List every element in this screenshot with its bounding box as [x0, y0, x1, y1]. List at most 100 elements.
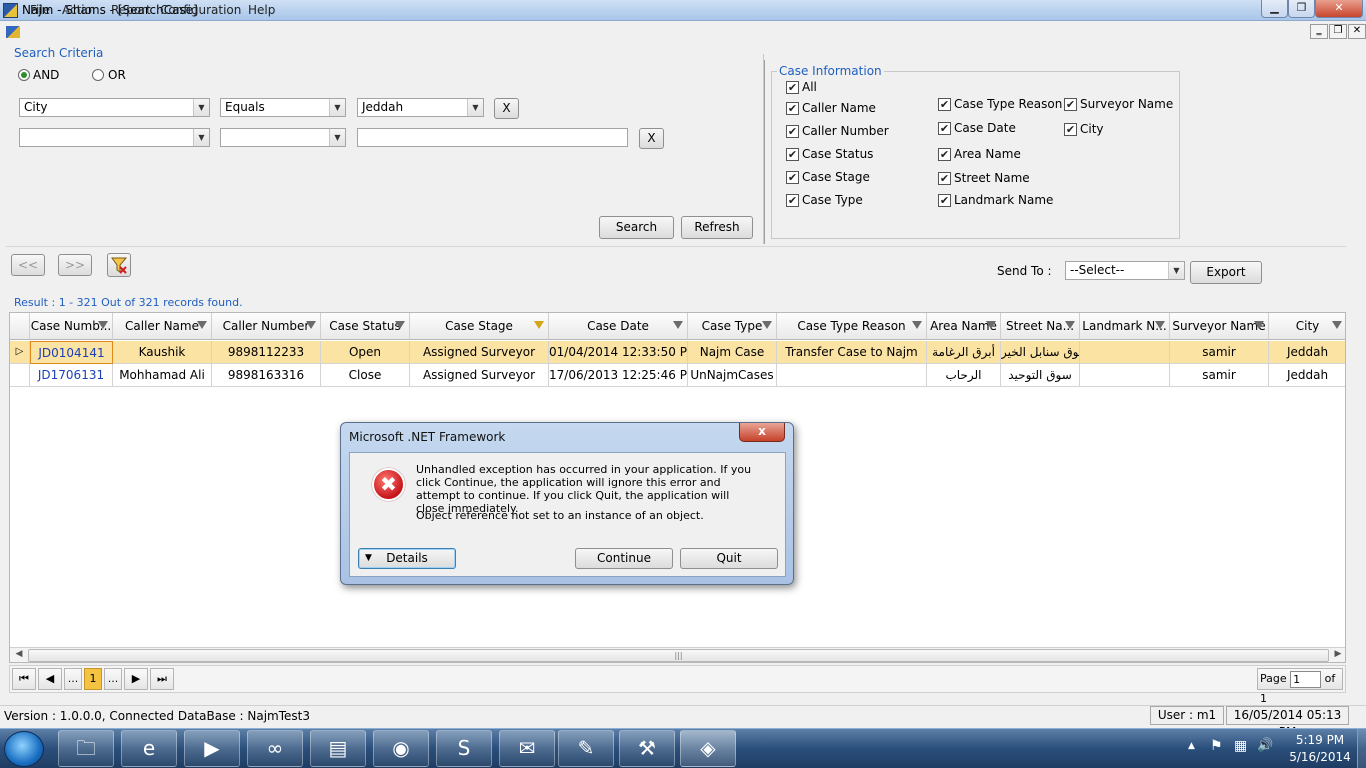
filter-icon[interactable]	[1065, 321, 1075, 329]
scroll-left-icon[interactable]: ◀	[12, 649, 26, 662]
or-radio[interactable]	[92, 69, 104, 81]
network-tool-icon[interactable]: ⚒	[619, 730, 675, 767]
page-number-input[interactable]: 1	[1290, 670, 1322, 688]
column-header-case-status[interactable]: Case Status	[321, 313, 410, 340]
internet-explorer-icon[interactable]: e	[121, 730, 177, 767]
filter-icon[interactable]	[673, 321, 683, 329]
table-cell-case-status[interactable]: Open	[321, 341, 410, 364]
mdi-close-button[interactable]: ✕	[1348, 24, 1366, 39]
action-center-icon[interactable]: ⚑	[1210, 738, 1223, 754]
and-radio[interactable]	[18, 69, 30, 81]
checkbox-caller-number[interactable]: ✔	[786, 125, 799, 138]
table-cell-city[interactable]: Jeddah	[1269, 364, 1345, 387]
search-button[interactable]: Search	[599, 216, 674, 239]
criteria-value-select-1[interactable]: Jeddah ▼	[357, 98, 484, 117]
checkbox-case-date[interactable]: ✔	[938, 122, 951, 135]
table-cell-case-stage[interactable]: Assigned Surveyor	[410, 364, 549, 387]
menu-report[interactable]: Report	[111, 3, 151, 17]
checkbox-area-name[interactable]: ✔	[938, 148, 951, 161]
table-cell-landmark-name[interactable]	[1080, 364, 1170, 387]
column-header-street-name[interactable]: Street Na...	[1001, 313, 1080, 340]
clear-filter-button[interactable]	[107, 253, 131, 277]
menu-configuration[interactable]: Configuration	[160, 3, 241, 17]
column-header-surveyor-name[interactable]: Surveyor Name	[1170, 313, 1269, 340]
scroll-right-icon[interactable]: ▶	[1331, 649, 1345, 662]
table-cell-case-type[interactable]: Najm Case	[688, 341, 777, 364]
column-header-area-name[interactable]: Area Name	[927, 313, 1001, 340]
table-cell-landmark-name[interactable]	[1080, 341, 1170, 364]
menu-action[interactable]: Action	[62, 3, 100, 17]
checkbox-case-stage[interactable]: ✔	[786, 171, 799, 184]
firefox-icon[interactable]: ◉	[373, 730, 429, 767]
table-cell-caller-name[interactable]: Mohhamad Ali	[113, 364, 212, 387]
row-header-cell[interactable]	[10, 364, 30, 387]
filter-icon[interactable]	[98, 321, 108, 329]
checkbox-all[interactable]: ✔	[786, 81, 799, 94]
send-to-select[interactable]: --Select-- ▼	[1065, 261, 1185, 280]
minimize-button[interactable]: ▁	[1261, 0, 1288, 18]
quit-button[interactable]: Quit	[680, 548, 778, 569]
checkbox-case-type-reason[interactable]: ✔	[938, 98, 951, 111]
scroll-thumb[interactable]: |||	[28, 649, 1329, 662]
filter-icon[interactable]	[912, 321, 922, 329]
filter-icon[interactable]	[1155, 321, 1165, 329]
column-header-case-date[interactable]: Case Date	[549, 313, 688, 340]
table-cell-case-date[interactable]: 01/04/2014 12:33:50 PM	[549, 341, 688, 364]
mdi-restore-button[interactable]: ❐	[1329, 24, 1347, 39]
menu-file[interactable]: File	[30, 3, 50, 17]
table-cell-city[interactable]: Jeddah	[1269, 341, 1345, 364]
table-cell-case-number[interactable]: JD1706131	[30, 364, 113, 387]
criteria-value-input-2[interactable]	[357, 128, 628, 147]
outlook-icon[interactable]: ✉	[499, 730, 555, 767]
refresh-button[interactable]: Refresh	[681, 216, 753, 239]
column-header-case-type[interactable]: Case Type	[688, 313, 777, 340]
table-cell-caller-name[interactable]: Kaushik	[113, 341, 212, 364]
table-cell-case-type-reason[interactable]: Transfer Case to Najm	[777, 341, 927, 364]
mdi-minimize-button[interactable]: ‗	[1310, 24, 1328, 39]
checkbox-city[interactable]: ✔	[1064, 123, 1077, 136]
column-header-case-type-reason[interactable]: Case Type Reason	[777, 313, 927, 340]
filter-icon[interactable]	[986, 321, 996, 329]
column-header-caller-name[interactable]: Caller Name	[113, 313, 212, 340]
table-cell-case-status[interactable]: Close	[321, 364, 410, 387]
filter-icon[interactable]	[762, 321, 772, 329]
visual-studio-icon[interactable]: ∞	[247, 730, 303, 767]
table-cell-area-name[interactable]: أبرق الرغامة	[927, 341, 1001, 364]
filter-icon[interactable]	[306, 321, 316, 329]
table-cell-case-stage[interactable]: Assigned Surveyor	[410, 341, 549, 364]
menu-help[interactable]: Help	[248, 3, 275, 17]
prev-page-icon[interactable]: ◀	[38, 668, 62, 690]
pager-ellipsis-before[interactable]: ...	[64, 668, 82, 690]
filter-icon[interactable]	[534, 321, 544, 329]
checkbox-surveyor-name[interactable]: ✔	[1064, 98, 1077, 111]
filter-icon[interactable]	[395, 321, 405, 329]
table-cell-case-number[interactable]: JD0104141	[30, 341, 113, 364]
table-cell-caller-number[interactable]: 9898112233	[212, 341, 321, 364]
start-button[interactable]	[4, 731, 44, 767]
export-button[interactable]: Export	[1190, 261, 1262, 284]
criteria-field-select-1[interactable]: City ▼	[19, 98, 210, 117]
table-cell-street-name[interactable]: سوق سنابل الخير	[1001, 341, 1080, 364]
table-cell-surveyor-name[interactable]: samir	[1170, 364, 1269, 387]
column-header-city[interactable]: City	[1269, 313, 1345, 340]
restore-button[interactable]: ❐	[1288, 0, 1315, 18]
table-cell-caller-number[interactable]: 9898163316	[212, 364, 321, 387]
dialog-close-button[interactable]: x	[739, 423, 785, 442]
remove-criteria-button-1[interactable]: X	[494, 98, 519, 119]
checkbox-case-type[interactable]: ✔	[786, 194, 799, 207]
filter-icon[interactable]	[1254, 321, 1264, 329]
najm-app-icon[interactable]: ◈	[680, 730, 736, 767]
media-player-icon[interactable]: ▶	[184, 730, 240, 767]
column-header-landmark-name[interactable]: Landmark N...	[1080, 313, 1170, 340]
criteria-field-select-2[interactable]: ▼	[19, 128, 210, 147]
criteria-operator-select-1[interactable]: Equals ▼	[220, 98, 346, 117]
checkbox-case-status[interactable]: ✔	[786, 148, 799, 161]
table-cell-case-type[interactable]: UnNajmCases	[688, 364, 777, 387]
row-indicator-icon[interactable]: ▷	[10, 341, 30, 364]
notepad-icon[interactable]: ▤	[310, 730, 366, 767]
close-window-button[interactable]: ✕	[1315, 0, 1363, 18]
show-desktop-button[interactable]	[1357, 729, 1366, 768]
network-icon[interactable]: ▦	[1234, 738, 1247, 754]
filter-icon[interactable]	[197, 321, 207, 329]
checkbox-landmark-name[interactable]: ✔	[938, 194, 951, 207]
